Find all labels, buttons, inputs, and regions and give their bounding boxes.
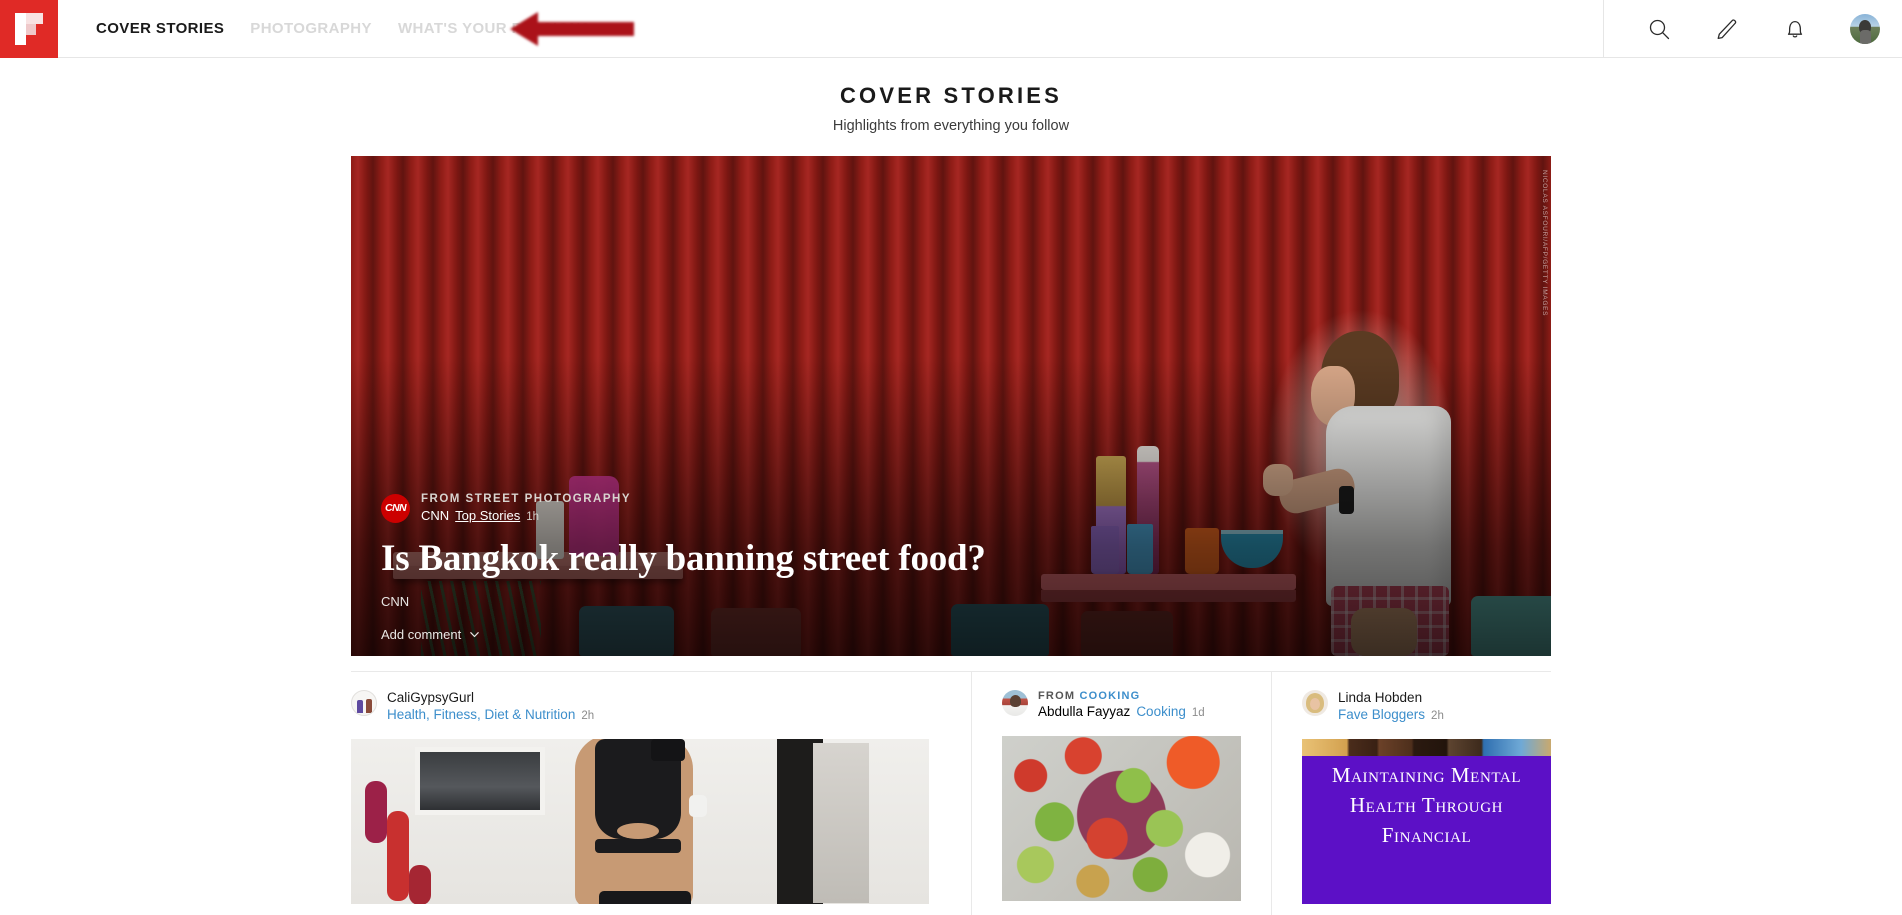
hero-author: CNN [381,594,410,609]
card-from-label: FROM COOKING [1038,690,1205,702]
hero-age: 1h [526,511,540,523]
logo-shape-mid [26,24,36,35]
card-magazine-link[interactable]: Cooking [1136,704,1186,719]
poster-photo-strip [1302,739,1551,756]
main-nav: COVER STORIES PHOTOGRAPHY WHAT'S YOUR PA… [58,0,1603,57]
card-image[interactable] [351,739,929,904]
chevron-down-icon [470,632,479,638]
person-hair [1321,331,1399,423]
logo-shape-top [26,13,43,24]
avatar[interactable] [1850,13,1880,44]
pencil-icon[interactable] [1714,16,1740,42]
gym-window [415,747,545,815]
hero-from-label: FROM STREET PHOTOGRAPHY [421,493,631,505]
nav-item-cover-stories[interactable]: COVER STORIES [96,20,224,37]
hero-source: CNN [421,508,450,523]
card-from-magazine[interactable]: COOKING [1079,690,1140,702]
avatar[interactable] [351,690,377,716]
person-top-cutout [617,823,659,839]
poster-headline: Maintaining Mental Health Through Financ… [1331,763,1522,847]
cnn-logo-text: CNN [385,502,407,514]
card-age: 2h [1431,710,1444,722]
card-header: CaliGypsyGurl Health, Fitness, Diet & Nu… [351,690,929,722]
story-card-health[interactable]: CaliGypsyGurl Health, Fitness, Diet & Nu… [351,672,971,915]
hero-magazine-link[interactable]: Top Stories [455,508,520,523]
hero-headline[interactable]: Is Bangkok really banning street food? [381,537,1521,580]
card-author-name[interactable]: CaliGypsyGurl [387,690,594,705]
card-header: FROM COOKING Abdulla Fayyaz Cooking 1d [1002,690,1241,719]
gym-mat-1 [365,781,387,843]
flipboard-logo[interactable] [0,0,58,58]
card-magazine-link[interactable]: Health, Fitness, Diet & Nutrition [387,707,575,722]
person-face [1311,366,1355,426]
avatar[interactable] [1302,690,1328,716]
person-leggings [599,891,691,904]
page-header: COVER STORIES Highlights from everything… [0,58,1902,134]
card-meta: FROM COOKING Abdulla Fayyaz Cooking 1d [1038,690,1205,719]
hero-overlay: CNN FROM STREET PHOTOGRAPHY CNN Top Stor… [381,493,1521,642]
gym-door [813,743,869,903]
search-icon[interactable] [1646,16,1672,42]
person-top-band [595,839,681,853]
nav-item-photography[interactable]: PHOTOGRAPHY [250,20,372,37]
smartwatch-prop [689,795,707,817]
card-source-line: Health, Fitness, Diet & Nutrition 2h [387,707,594,722]
card-author-name[interactable]: Linda Hobden [1338,690,1444,705]
logo-shape-tall [15,13,26,45]
hero-source-line: CNN Top Stories 1h [421,508,631,523]
card-source-line: Fave Bloggers 2h [1338,707,1444,722]
card-image[interactable] [1002,736,1241,901]
card-author-name[interactable]: Abdulla Fayyaz [1038,704,1130,719]
card-meta: CaliGypsyGurl Health, Fitness, Diet & Nu… [387,690,594,722]
page-subtitle: Highlights from everything you follow [832,118,1070,134]
gym-mat-2 [387,811,409,901]
card-age: 2h [581,710,595,722]
hero-story-card[interactable]: NICOLAS ASFOURI/AFP/GETTY IMAGES CNN FRO… [351,156,1551,656]
hero-meta-text: FROM STREET PHOTOGRAPHY CNN Top Stories … [421,493,631,523]
cnn-logo-icon[interactable]: CNN [381,493,410,523]
card-age: 1d [1191,707,1205,719]
top-navigation-bar: COVER STORIES PHOTOGRAPHY WHAT'S YOUR PA… [0,0,1902,58]
hero-photo-credit: NICOLAS ASFOURI/AFP/GETTY IMAGES [1541,170,1548,317]
card-from-word: FROM [1038,690,1076,702]
avatar[interactable] [1002,690,1028,716]
phone-prop [651,739,685,761]
story-card-bloggers[interactable]: Linda Hobden Fave Bloggers 2h Maintainin… [1271,672,1551,915]
story-card-cooking[interactable]: FROM COOKING Abdulla Fayyaz Cooking 1d [971,672,1271,915]
card-meta: Linda Hobden Fave Bloggers 2h [1338,690,1444,722]
content-column: NICOLAS ASFOURI/AFP/GETTY IMAGES CNN FRO… [351,134,1551,915]
card-image[interactable]: Maintaining Mental Health Through Financ… [1302,739,1551,904]
card-source-line: Abdulla Fayyaz Cooking 1d [1038,704,1205,719]
add-comment-button[interactable]: Add comment [381,627,1521,642]
nav-item-whats-your-passion[interactable]: WHAT'S YOUR PASSION? [398,20,590,37]
add-comment-label: Add comment [381,627,462,642]
gym-mat-3 [409,865,431,904]
nav-actions [1603,0,1902,57]
hero-meta-row: CNN FROM STREET PHOTOGRAPHY CNN Top Stor… [381,493,1521,523]
page-title: COVER STORIES [839,83,1063,108]
card-header: Linda Hobden Fave Bloggers 2h [1302,690,1551,722]
story-card-row: CaliGypsyGurl Health, Fitness, Diet & Nu… [351,671,1551,915]
card-magazine-link[interactable]: Fave Bloggers [1338,707,1425,722]
bell-icon[interactable] [1782,16,1808,42]
person-hand [1263,464,1293,496]
